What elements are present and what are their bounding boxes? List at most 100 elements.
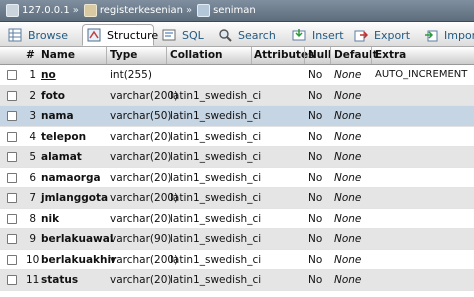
tab-label: Export	[374, 28, 411, 42]
row-checkbox[interactable]	[7, 111, 17, 121]
breadcrumb-server[interactable]: 127.0.0.1	[22, 5, 70, 16]
import-icon	[424, 28, 438, 42]
column-type: varchar(200)	[110, 89, 179, 102]
table-row[interactable]: 2 foto varchar(200) latin1_swedish_ci No…	[0, 85, 474, 106]
breadcrumb-table[interactable]: seniman	[213, 5, 256, 16]
header-num: #	[26, 49, 35, 61]
insert-icon	[292, 28, 306, 42]
tab-insert[interactable]: Insert	[288, 24, 344, 46]
row-checkbox[interactable]	[7, 152, 17, 162]
table-row[interactable]: 7 jmlanggota varchar(200) latin1_swedish…	[0, 188, 474, 209]
header-extra[interactable]: Extra	[375, 49, 406, 61]
column-divider	[106, 47, 107, 64]
tab-label: Structure	[107, 28, 159, 42]
table-row[interactable]: 9 berlakuawal varchar(90) latin1_swedish…	[0, 229, 474, 250]
column-divider	[330, 47, 331, 64]
column-null: No	[308, 192, 323, 204]
table-row[interactable]: 6 namaorga varchar(20) latin1_swedish_ci…	[0, 167, 474, 188]
breadcrumb-database[interactable]: registerkesenian	[100, 5, 183, 16]
column-name: namaorga	[41, 171, 101, 184]
header-collation[interactable]: Collation	[170, 49, 223, 61]
column-name: nama	[41, 110, 74, 122]
row-number: 11	[26, 274, 40, 286]
row-number: 4	[29, 130, 36, 143]
row-number: 5	[29, 151, 36, 163]
table-row[interactable]: 4 telepon varchar(20) latin1_swedish_ci …	[0, 126, 474, 147]
tab-label: Impor	[444, 28, 474, 42]
column-type: varchar(20)	[110, 274, 172, 286]
tab-import[interactable]: Impor	[420, 24, 474, 46]
table-row[interactable]: 8 nik varchar(20) latin1_swedish_ci No N…	[0, 208, 474, 229]
browse-icon	[8, 28, 22, 42]
table-row[interactable]: 11 status varchar(20) latin1_swedish_ci …	[0, 270, 474, 291]
row-checkbox[interactable]	[7, 234, 17, 244]
column-null: No	[308, 130, 323, 143]
server-icon	[6, 4, 19, 17]
column-name: berlakuakhir	[41, 253, 117, 266]
column-type: varchar(20)	[110, 130, 172, 143]
tab-export[interactable]: Export	[350, 24, 416, 46]
structure-icon	[87, 28, 101, 42]
row-checkbox[interactable]	[7, 90, 17, 101]
database-icon	[83, 4, 97, 17]
column-divider	[304, 47, 305, 64]
column-name: telepon	[41, 130, 87, 143]
column-default: None	[334, 171, 362, 184]
row-checkbox[interactable]	[7, 193, 17, 203]
column-divider	[166, 47, 167, 64]
header-attributes[interactable]: Attributes	[254, 49, 314, 61]
column-divider	[371, 47, 372, 64]
breadcrumb: 127.0.0.1 » registerkesenian » seniman	[0, 0, 474, 22]
row-checkbox[interactable]	[7, 70, 17, 80]
tab-label: Search	[238, 28, 276, 42]
table-row[interactable]: 1 no int(255) No None AUTO_INCREMENT	[0, 65, 474, 86]
column-null: No	[308, 89, 323, 102]
column-default: None	[334, 212, 362, 225]
column-collation: latin1_swedish_ci	[170, 212, 262, 225]
column-null: No	[308, 233, 323, 245]
column-name: status	[41, 274, 79, 286]
column-null: No	[308, 171, 323, 184]
column-default: None	[334, 151, 362, 163]
column-null: No	[308, 253, 323, 266]
tab-browse[interactable]: Browse	[4, 24, 90, 46]
column-default: None	[334, 89, 362, 102]
column-type: varchar(20)	[110, 212, 172, 225]
column-name: jmlanggota	[41, 192, 109, 204]
tab-label: Insert	[312, 28, 344, 42]
column-collation: latin1_swedish_ci	[170, 171, 262, 184]
row-checkbox[interactable]	[7, 172, 17, 183]
table-row[interactable]: 5 alamat varchar(20) latin1_swedish_ci N…	[0, 147, 474, 168]
tab-search[interactable]: Search	[214, 24, 278, 46]
column-type: varchar(90)	[110, 233, 172, 245]
row-checkbox[interactable]	[7, 213, 17, 224]
column-default: None	[334, 69, 362, 81]
tab-label: SQL	[182, 28, 204, 42]
table-row[interactable]: 3 nama varchar(50) latin1_swedish_ci No …	[0, 106, 474, 127]
row-number: 2	[29, 89, 36, 102]
column-type: varchar(20)	[110, 151, 172, 163]
column-default: None	[334, 110, 362, 122]
row-number: 6	[29, 171, 36, 184]
row-checkbox[interactable]	[7, 131, 17, 142]
column-default: None	[334, 130, 362, 143]
table-row[interactable]: 10 berlakuakhir varchar(200) latin1_swed…	[0, 249, 474, 270]
column-default: None	[334, 274, 362, 286]
row-checkbox[interactable]	[7, 275, 17, 285]
column-null: No	[308, 274, 323, 286]
column-collation: latin1_swedish_ci	[170, 192, 262, 204]
header-name[interactable]: Name	[41, 49, 75, 61]
column-name: no	[41, 69, 56, 81]
column-default: None	[334, 253, 362, 266]
column-null: No	[308, 212, 323, 225]
row-checkbox[interactable]	[7, 254, 17, 265]
tab-sql[interactable]: SQL	[158, 24, 206, 46]
column-extra: AUTO_INCREMENT	[375, 69, 468, 80]
header-null[interactable]: Null	[308, 49, 331, 61]
header-type[interactable]: Type	[110, 49, 137, 61]
row-number: 3	[29, 110, 36, 122]
tab-structure[interactable]: Structure	[82, 24, 158, 46]
column-name: nik	[41, 212, 60, 225]
column-collation: latin1_swedish_ci	[170, 151, 262, 163]
column-collation: latin1_swedish_ci	[170, 274, 262, 286]
